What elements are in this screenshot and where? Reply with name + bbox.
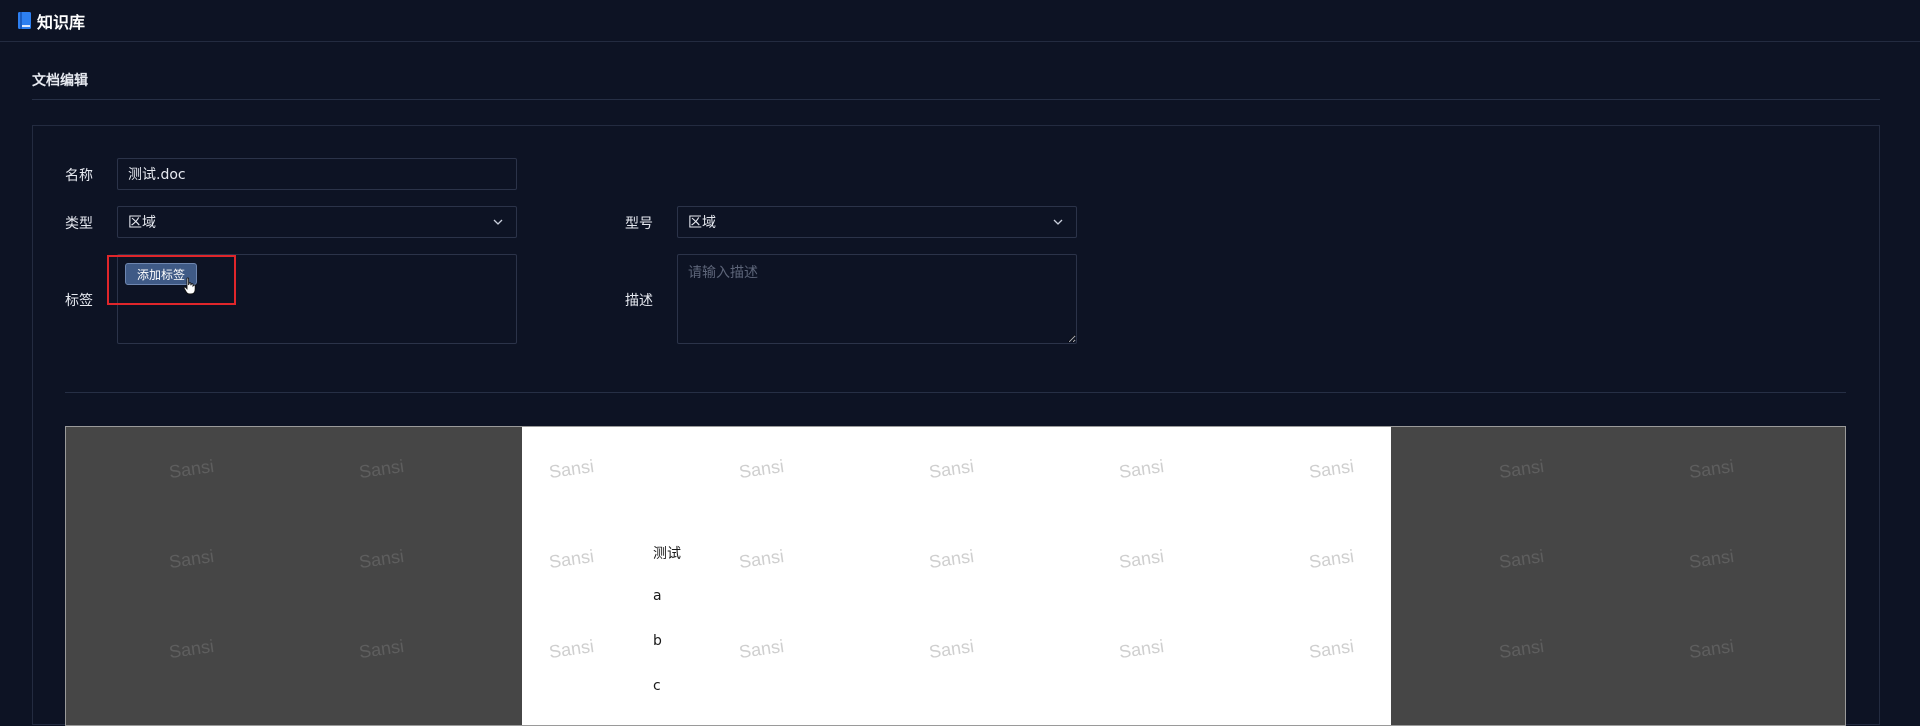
form-divider bbox=[65, 392, 1846, 393]
type-label: 类型 bbox=[65, 216, 93, 232]
name-input[interactable] bbox=[117, 158, 517, 190]
watermark-text: Sansi bbox=[167, 455, 216, 483]
watermark-text: Sansi bbox=[357, 635, 406, 663]
name-label: 名称 bbox=[65, 168, 93, 184]
watermark-text: Sansi bbox=[357, 455, 406, 483]
tags-label: 标签 bbox=[65, 293, 93, 309]
watermark-text: Sansi bbox=[357, 545, 406, 573]
section-title: 文档编辑 bbox=[32, 73, 88, 89]
desc-textarea[interactable] bbox=[677, 254, 1077, 344]
model-select[interactable]: 区域 bbox=[677, 206, 1077, 238]
document-line: 测试 bbox=[653, 546, 681, 562]
document-viewer[interactable]: 测试 a b c Sansi Sansi Sansi Sansi Sansi Sansi Sans… bbox=[65, 426, 1846, 726]
watermark-text: Sansi bbox=[1497, 455, 1546, 483]
document-line: a bbox=[653, 588, 662, 604]
type-select-value: 区域 bbox=[128, 215, 156, 231]
hand-cursor-icon bbox=[183, 277, 196, 295]
document-line: b bbox=[653, 633, 662, 649]
model-select-value: 区域 bbox=[688, 215, 716, 231]
section-divider bbox=[32, 99, 1880, 100]
watermark-text: Sansi bbox=[1687, 455, 1736, 483]
watermark-text: Sansi bbox=[1687, 545, 1736, 573]
watermark-text: Sansi bbox=[1497, 635, 1546, 663]
watermark-text: Sansi bbox=[167, 545, 216, 573]
model-label: 型号 bbox=[625, 216, 653, 232]
type-select[interactable]: 区域 bbox=[117, 206, 517, 238]
watermark-text: Sansi bbox=[167, 635, 216, 663]
desc-label: 描述 bbox=[625, 293, 653, 309]
chevron-down-icon bbox=[1053, 219, 1063, 225]
document-line: c bbox=[653, 678, 661, 694]
book-icon bbox=[18, 12, 31, 29]
chevron-down-icon bbox=[493, 219, 503, 225]
watermark-text: Sansi bbox=[1687, 635, 1736, 663]
watermark-text: Sansi bbox=[1497, 545, 1546, 573]
app-title: 知识库 bbox=[37, 12, 86, 32]
app-header: 知识库 bbox=[0, 0, 1920, 42]
